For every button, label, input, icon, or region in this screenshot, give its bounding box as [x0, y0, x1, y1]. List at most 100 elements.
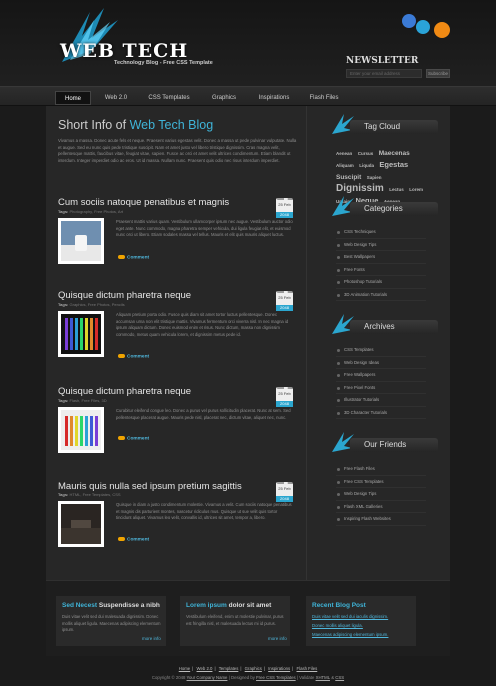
nav-flash-files[interactable]: Flash Files: [304, 91, 344, 105]
comment-label[interactable]: Comment: [127, 255, 149, 260]
post-thumbnail[interactable]: [58, 218, 104, 264]
comment-label[interactable]: Comment: [127, 537, 149, 542]
bottom-link-inspirations[interactable]: Inspirations: [268, 666, 290, 671]
post-tags: Tags: Flash, Free Files, 3D: [58, 398, 107, 403]
footer-box-text: Vestibulum eleifend, enim ut molestie pu…: [186, 614, 284, 626]
recent-posts-title: Recent Blog Post: [312, 602, 366, 609]
tag-link[interactable]: Lorem: [409, 187, 423, 192]
archive-link[interactable]: Web Design Ideas: [336, 357, 426, 369]
friend-link[interactable]: Inspiring Flash Websites: [336, 513, 426, 526]
date-badge: 25 Feb 2048: [276, 291, 293, 311]
archive-link[interactable]: Free Pixel Fonts: [336, 382, 426, 394]
category-link[interactable]: Web Design Tips: [336, 239, 426, 251]
copyright-prefix: Copyright © 2048: [151, 675, 186, 680]
nav-css-templates[interactable]: CSS Templates: [140, 91, 198, 105]
comment-label[interactable]: Comment: [127, 354, 149, 359]
category-link[interactable]: 3D Animation Tutorials: [336, 289, 426, 301]
designer-link[interactable]: Free CSS Templates: [256, 675, 296, 680]
comment-link[interactable]: Comment: [118, 436, 149, 441]
post-tags: Tags: Photography, Free Photos, Art: [58, 209, 123, 214]
intro-title: Short Info of Web Tech Blog: [58, 118, 213, 132]
recent-post-link[interactable]: Maecenas adipiscing elementum ipsum.: [312, 632, 388, 641]
date-badge: 25 Feb 2048: [276, 198, 293, 218]
bottom-link-home[interactable]: Home: [179, 666, 190, 671]
company-link[interactable]: Your Company Name: [187, 675, 228, 680]
bottom-link-graphics[interactable]: Graphics: [245, 666, 262, 671]
post-tags-value[interactable]: Graphics, Free Photos, Pencils: [70, 302, 125, 307]
category-link[interactable]: Free Fonts: [336, 264, 426, 276]
post-title[interactable]: Mauris quis nulla sed ipsum pretium sagi…: [58, 481, 242, 492]
friends-list: Free Flash Files Free CSS Templates Web …: [336, 463, 426, 526]
nav-home[interactable]: Home: [55, 91, 91, 105]
bottom-link-templates[interactable]: Templates: [219, 666, 239, 671]
post-thumbnail[interactable]: [58, 501, 104, 547]
photo-night-image: [61, 504, 101, 544]
css-link[interactable]: CSS: [335, 675, 344, 680]
archive-link[interactable]: 3D Character Tutorials: [336, 407, 426, 419]
tag-link[interactable]: Dignissim: [336, 183, 384, 194]
newsletter-email-input[interactable]: Enter your email address: [346, 69, 422, 78]
recent-post-link[interactable]: Donec mollis aliquet ligula.: [312, 623, 388, 632]
bottom-link-flash-files[interactable]: Flash Files: [296, 666, 317, 671]
intro-title-plain: Short Info of: [58, 118, 130, 132]
intro-title-highlight: Web Tech Blog: [129, 118, 214, 132]
more-info-link[interactable]: more info: [268, 636, 287, 641]
twitter-bird-icon[interactable]: [416, 20, 430, 34]
friends-heading: Our Friends: [350, 438, 438, 452]
post-title[interactable]: Quisque dictum pharetra neque: [58, 290, 191, 301]
archive-link[interactable]: CSS Templates: [336, 344, 426, 357]
archive-link[interactable]: Illustrator Tutorials: [336, 394, 426, 407]
nav-inspirations[interactable]: Inspirations: [250, 91, 298, 105]
recent-post-link[interactable]: Duis vitae velit sed dui iaculis digniss…: [312, 614, 388, 623]
category-link[interactable]: Photoshop Tutorials: [336, 276, 426, 289]
xhtml-link[interactable]: XHTML: [316, 675, 330, 680]
tag-link[interactable]: Suscipit: [336, 174, 361, 181]
friend-link[interactable]: Free CSS Templates: [336, 476, 426, 488]
tag-link[interactable]: Egestas: [379, 160, 408, 169]
tag-link[interactable]: Sapien: [367, 175, 382, 180]
nav-web20[interactable]: Web 2.0: [98, 91, 134, 105]
comment-link[interactable]: Comment: [118, 255, 149, 260]
tag-link[interactable]: Lectus: [389, 187, 404, 192]
post-thumbnail[interactable]: [58, 407, 104, 453]
comment-link[interactable]: Comment: [118, 354, 149, 359]
recent-posts-list: Duis vitae velit sed dui iaculis digniss…: [312, 614, 388, 641]
date-year: 2048: [276, 401, 293, 407]
date-year: 2048: [276, 305, 293, 311]
footer-title-highlight: Lorem ipsum: [186, 602, 227, 609]
photo-cup-image: [61, 221, 101, 261]
post-tags-value[interactable]: Flash, Free Files, 3D: [70, 398, 107, 403]
newsletter-title: NEWSLETTER: [346, 56, 419, 66]
more-info-link[interactable]: more info: [142, 636, 161, 641]
comment-label[interactable]: Comment: [127, 436, 149, 441]
post-tags: Tags: Graphics, Free Photos, Pencils: [58, 302, 125, 307]
photo-pencils-image: [61, 410, 101, 450]
archive-link[interactable]: Free Wallpapers: [336, 369, 426, 382]
mail-icon[interactable]: [434, 22, 450, 38]
tag-link[interactable]: Cursus: [358, 151, 374, 156]
tag-link[interactable]: Aliquam: [336, 163, 354, 168]
tag-link[interactable]: Maecenas: [379, 150, 410, 157]
newsletter-subscribe-button[interactable]: Subscribe: [426, 69, 450, 78]
post-tags-value[interactable]: HTML, Free Templates, CSS: [70, 492, 121, 497]
tag-link[interactable]: Liquda: [359, 163, 374, 168]
main-nav: Home Web 2.0 CSS Templates Graphics Insp…: [0, 86, 496, 106]
tag-link[interactable]: Aenean: [336, 151, 352, 156]
nav-graphics[interactable]: Graphics: [204, 91, 244, 105]
post-tags-value[interactable]: Photography, Free Photos, Art: [70, 209, 124, 214]
comment-link[interactable]: Comment: [118, 537, 149, 542]
comment-icon: [118, 537, 125, 541]
post-title[interactable]: Cum sociis natoque penatibus et magnis: [58, 197, 229, 208]
friend-link[interactable]: Free Flash Files: [336, 463, 426, 476]
post-title[interactable]: Quisque dictum pharetra neque: [58, 386, 191, 397]
bottom-link-web20[interactable]: Web 2.0: [197, 666, 213, 671]
date-day: 25 Feb: [278, 202, 291, 207]
friend-link[interactable]: Flash XML Galleries: [336, 501, 426, 513]
footer-box-title: Lorem ipsum dolor sit amet: [186, 602, 271, 609]
logo-title[interactable]: WEB TECH: [60, 40, 188, 62]
post-thumbnail[interactable]: [58, 311, 104, 357]
category-link[interactable]: Best Wallpapers: [336, 251, 426, 264]
category-link[interactable]: CSS Techniques: [336, 226, 426, 239]
friend-link[interactable]: Web Design Tips: [336, 488, 426, 501]
rss-icon[interactable]: [402, 14, 416, 28]
